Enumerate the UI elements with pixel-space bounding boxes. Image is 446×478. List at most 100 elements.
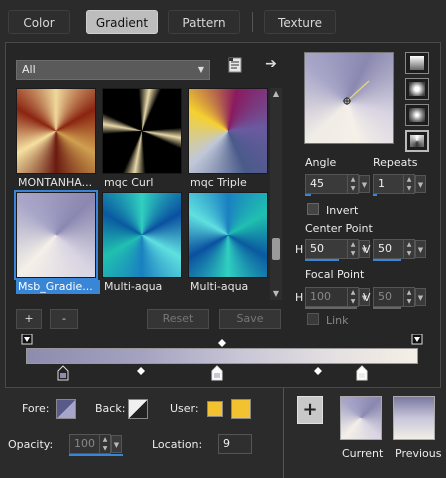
focal-v-slider[interactable] [373,307,401,309]
current-label: Current [342,447,384,460]
gradient-thumb[interactable]: Multi-aqua [102,192,184,296]
center-v-slider[interactable] [373,259,401,261]
user-label: User: [170,402,199,415]
center-h-field[interactable]: 50 ▲ ▼ ▼ [305,239,370,259]
add-to-swatches-button[interactable]: + [297,396,323,424]
spin-arrows-icon[interactable]: ▲ ▼ [403,175,414,193]
back-label: Back: [95,402,126,415]
color-stop-icon [211,365,223,381]
opacity-label: Opacity: [8,438,54,451]
chevron-down-icon[interactable]: ▼ [415,288,426,306]
gradient-thumb-label: Multi-aqua [190,280,249,293]
chevron-down-icon[interactable]: ▼ [270,288,282,300]
add-gradient-button[interactable]: + [16,309,42,329]
linear-style-button[interactable] [405,52,429,74]
gradient-thumb-label: mqc Triple [190,176,247,189]
repeats-field[interactable]: 1 ▲ ▼ ▼ [373,174,426,194]
scrollbar-thumb[interactable] [272,238,280,260]
spin-arrows-icon[interactable]: ▲ ▼ [403,288,414,306]
rectangular-style-button[interactable] [405,78,429,100]
gradient-thumb-image [14,190,98,280]
user-swatch[interactable] [231,399,251,419]
focal-h-slider[interactable] [305,307,357,309]
category-dropdown[interactable]: All ▼ [16,60,210,80]
center-h-value: 50 [310,242,324,255]
color-stop-icon [356,365,368,381]
location-label: Location: [152,438,203,451]
notes-icon[interactable] [226,56,244,74]
sunburst-style-button[interactable] [405,104,429,126]
gradient-thumbnail-grid: MONTANHA... mqc Curl mqc Triple Msb_Grad… [14,88,268,296]
gradient-thumb-label: mqc Curl [104,176,154,189]
focal-v-field[interactable]: 50 ▲ ▼ ▼ [373,287,426,307]
spin-arrows-icon[interactable]: ▲ ▼ [99,435,110,453]
tab-divider [252,12,253,32]
gradient-thumb-selected[interactable]: Msb_Gradie... [14,190,100,296]
thumbnail-scrollbar[interactable]: ▲ ▼ [270,88,282,300]
current-swatch [340,396,382,440]
chevron-up-icon[interactable]: ▲ [270,88,282,100]
gradient-thumb-label: MONTANHA... [18,176,93,189]
center-v-label: V [363,243,371,256]
fore-label: Fore: [22,402,50,415]
radial-style-button[interactable] [405,130,429,152]
previous-swatch[interactable] [393,396,435,440]
repeats-slider[interactable] [373,194,377,196]
spin-arrows-icon[interactable]: ▲ ▼ [347,288,358,306]
chevron-down-icon[interactable]: ▼ [111,435,122,453]
gradient-thumb-image [102,88,182,174]
opacity-stop-left-icon [21,334,33,345]
tab-color[interactable]: Color [8,10,70,34]
opacity-stop-right-icon [411,334,423,345]
invert-checkbox[interactable] [307,203,319,215]
gradient-bar[interactable] [26,348,418,364]
arrow-right-icon[interactable]: ➔ [262,56,280,74]
opacity-field[interactable]: 100 ▲ ▼ ▼ [69,434,122,454]
tab-gradient[interactable]: Gradient [86,10,158,34]
opacity-midpoint-icon [218,339,226,347]
gradient-thumb-image [188,192,268,278]
spin-arrows-icon[interactable]: ▲ ▼ [403,240,414,258]
section-divider [283,388,284,478]
angle-field[interactable]: 45 ▲ ▼ ▼ [305,174,370,194]
color-midpoint-icon [137,367,145,375]
focal-h-label: H [295,291,304,304]
chevron-down-icon[interactable]: ▼ [415,240,426,258]
fore-swatch[interactable] [56,399,76,419]
gradient-thumb-image [188,88,268,174]
gradient-thumb[interactable]: mqc Curl [102,88,184,192]
opacity-slider[interactable] [69,454,123,456]
angle-slider[interactable] [305,194,311,196]
chevron-down-icon: ▼ [197,65,204,74]
focal-v-label: V [363,291,371,304]
save-button[interactable]: Save [219,309,281,329]
center-h-slider[interactable] [305,259,339,261]
tab-texture[interactable]: Texture [264,10,336,34]
remove-gradient-button[interactable]: - [50,309,78,329]
chevron-down-icon[interactable]: ▼ [359,175,370,193]
repeats-value: 1 [378,177,385,190]
gradient-thumb[interactable]: MONTANHA... [16,88,98,192]
reset-button[interactable]: Reset [147,309,209,329]
user-swatch-small[interactable] [207,401,223,417]
center-point-label: Center Point [305,222,373,235]
back-swatch[interactable] [128,399,148,419]
spin-arrows-icon[interactable]: ▲ ▼ [347,240,358,258]
opacity-value: 100 [74,437,95,450]
location-field[interactable]: 9 [218,434,252,454]
previous-label: Previous [395,447,442,460]
gradient-thumb[interactable]: mqc Triple [188,88,270,192]
angle-value: 45 [310,177,324,190]
center-h-label: H [295,243,304,256]
link-checkbox[interactable] [307,313,319,325]
center-v-field[interactable]: 50 ▲ ▼ ▼ [373,239,426,259]
tab-pattern[interactable]: Pattern [168,10,240,34]
focal-h-field[interactable]: 100 ▲ ▼ ▼ [305,287,370,307]
gradient-thumb-image [102,192,182,278]
gradient-thumb-image [16,88,96,174]
spin-arrows-icon[interactable]: ▲ ▼ [347,175,358,193]
gradient-preview[interactable] [304,52,394,144]
chevron-down-icon[interactable]: ▼ [415,175,426,193]
repeats-label: Repeats [373,156,418,169]
gradient-thumb[interactable]: Multi-aqua [188,192,270,296]
